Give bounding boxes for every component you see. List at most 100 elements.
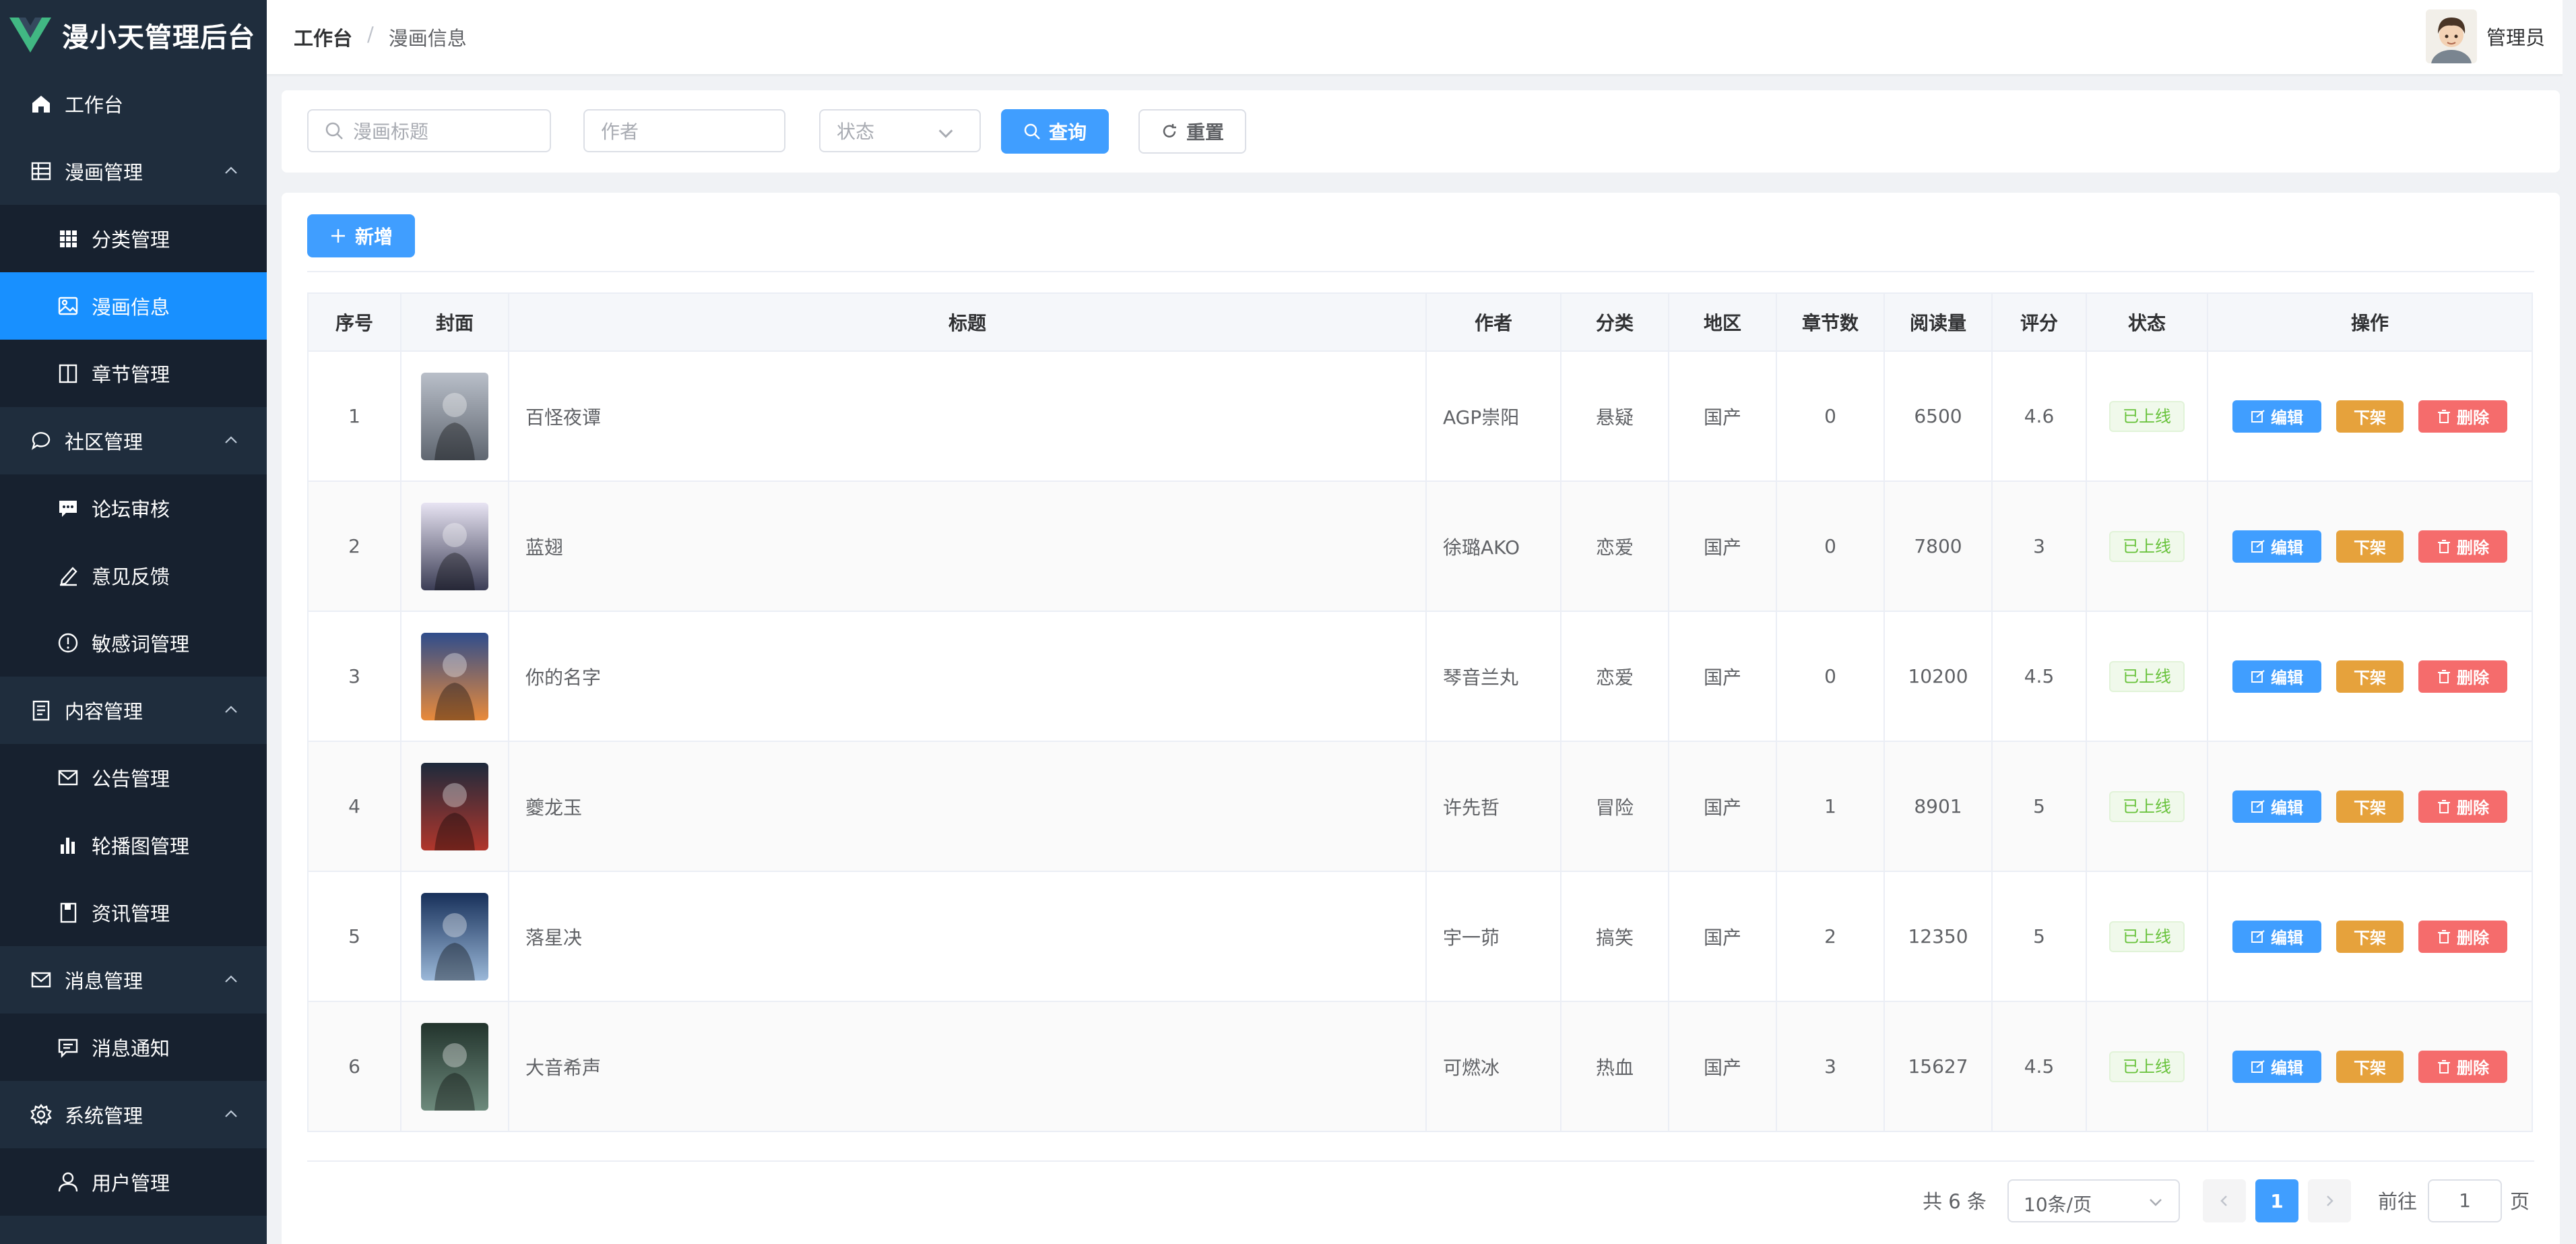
sidebar-item-label: 漫画信息 <box>92 296 170 319</box>
offline-button[interactable]: 下架 <box>2336 660 2404 693</box>
offline-button-label: 下架 <box>2354 1059 2386 1078</box>
offline-button[interactable]: 下架 <box>2336 920 2404 953</box>
cell-region: 国产 <box>1669 1001 1777 1132</box>
add-button[interactable]: 新增 <box>307 214 415 257</box>
edit-button[interactable]: 编辑 <box>2232 400 2321 433</box>
cover-image[interactable] <box>421 502 488 590</box>
query-button[interactable]: 查询 <box>1001 109 1109 154</box>
avatar[interactable] <box>2425 9 2477 63</box>
sidebar-item-13[interactable]: 消息管理 <box>0 946 267 1014</box>
pagination: 共 6 条 10条/页 1 前往 1 页 <box>282 1160 2560 1222</box>
cell-cover <box>401 351 509 482</box>
edit-button[interactable]: 编辑 <box>2232 1050 2321 1083</box>
sidebar-item-15[interactable]: 系统管理 <box>0 1081 267 1148</box>
cell-status: 已上线 <box>2086 871 2208 1002</box>
sidebar-item-9[interactable]: 内容管理 <box>0 677 267 744</box>
edit-button[interactable]: 编辑 <box>2232 530 2321 563</box>
trash-icon <box>2438 799 2450 813</box>
delete-button[interactable]: 删除 <box>2418 1050 2507 1083</box>
offline-button-label: 下架 <box>2354 668 2386 687</box>
chevron-up-icon <box>225 166 237 174</box>
sidebar-item-3[interactable]: 漫画信息 <box>0 272 267 340</box>
cell-index: 3 <box>308 611 401 742</box>
cell-category: 恋爱 <box>1561 481 1669 612</box>
offline-button[interactable]: 下架 <box>2336 530 2404 563</box>
author-input[interactable]: 作者 <box>583 109 785 152</box>
offline-button[interactable]: 下架 <box>2336 790 2404 823</box>
top-header: 工作台 / 漫画信息 管理员 <box>267 0 2576 74</box>
sidebar-item-5[interactable]: 社区管理 <box>0 407 267 474</box>
cover-image[interactable] <box>421 762 488 850</box>
sidebar-item-4[interactable]: 章节管理 <box>0 340 267 407</box>
delete-button-label: 删除 <box>2457 929 2489 947</box>
book-icon <box>57 362 79 385</box>
mail-icon <box>57 766 79 789</box>
breadcrumb-home[interactable]: 工作台 <box>294 23 352 51</box>
next-page-button[interactable] <box>2308 1179 2351 1222</box>
edit-button[interactable]: 编辑 <box>2232 920 2321 953</box>
delete-button[interactable]: 删除 <box>2418 790 2507 823</box>
sidebar-item-14[interactable]: 消息通知 <box>0 1014 267 1081</box>
sidebar-item-16[interactable]: 用户管理 <box>0 1148 267 1216</box>
cell-author: 宇一茆 <box>1426 871 1561 1002</box>
message-icon <box>57 497 79 520</box>
prev-page-button[interactable] <box>2203 1179 2246 1222</box>
vue-logo-icon <box>9 18 51 53</box>
page-size-select[interactable]: 10条/页 <box>2007 1179 2180 1222</box>
cover-image[interactable] <box>421 1022 488 1111</box>
cell-title: 百怪夜谭 <box>509 351 1427 482</box>
edit-button[interactable]: 编辑 <box>2232 660 2321 693</box>
delete-button[interactable]: 删除 <box>2418 660 2507 693</box>
cell-status: 已上线 <box>2086 741 2208 872</box>
edit-icon <box>2251 669 2265 683</box>
user-icon <box>57 1171 79 1193</box>
edit-button[interactable]: 编辑 <box>2232 790 2321 823</box>
sidebar-item-7[interactable]: 意见反馈 <box>0 542 267 609</box>
offline-button[interactable]: 下架 <box>2336 400 2404 433</box>
offline-button-label: 下架 <box>2354 799 2386 817</box>
status-select[interactable]: 状态 <box>819 109 981 152</box>
sidebar-item-11[interactable]: 轮播图管理 <box>0 811 267 879</box>
status-badge: 已上线 <box>2109 400 2185 432</box>
cell-index: 2 <box>308 481 401 612</box>
cell-title: 夔龙玉 <box>509 741 1427 872</box>
cell-cover <box>401 481 509 612</box>
edit-button-label: 编辑 <box>2271 668 2303 687</box>
offline-button[interactable]: 下架 <box>2336 1050 2404 1083</box>
sidebar-item-12[interactable]: 资讯管理 <box>0 879 267 946</box>
cover-image[interactable] <box>421 892 488 981</box>
sidebar: 漫小天管理后台 工作台 漫画管理 分类管理漫画信息章节管理 社区管理 论坛审核 意见反馈敏… <box>0 0 267 1244</box>
cell-title: 蓝翅 <box>509 481 1427 612</box>
delete-button[interactable]: 删除 <box>2418 530 2507 563</box>
title-search-input[interactable]: 漫画标题 <box>307 109 551 152</box>
sidebar-item-1[interactable]: 漫画管理 <box>0 137 267 205</box>
app-logo[interactable]: 漫小天管理后台 <box>0 0 267 70</box>
cover-image[interactable] <box>421 372 488 460</box>
sidebar-item-2[interactable]: 分类管理 <box>0 205 267 272</box>
trash-icon <box>2438 669 2450 683</box>
cover-image[interactable] <box>421 632 488 720</box>
column-header-index: 序号 <box>308 293 401 352</box>
column-header-cover: 封面 <box>401 293 509 352</box>
sidebar-item-6[interactable]: 论坛审核 <box>0 474 267 542</box>
cell-chapters: 3 <box>1776 1001 1885 1132</box>
warning-circle-icon <box>57 631 79 654</box>
delete-button[interactable]: 删除 <box>2418 920 2507 953</box>
cell-reads: 6500 <box>1884 351 1993 482</box>
table-row: 1 百怪夜谭 AGP崇阳 悬疑 国产 0 6500 4.6 已上线 编辑 下架 … <box>308 351 2533 482</box>
sidebar-item-0[interactable]: 工作台 <box>0 70 267 137</box>
column-header-region: 地区 <box>1669 293 1777 352</box>
goto-page-input[interactable]: 1 <box>2428 1179 2502 1222</box>
sidebar-item-10[interactable]: 公告管理 <box>0 744 267 811</box>
cell-status: 已上线 <box>2086 481 2208 612</box>
user-menu[interactable]: 管理员 <box>2425 9 2545 63</box>
chat-square-icon <box>57 1036 79 1059</box>
reset-button[interactable]: 重置 <box>1138 109 1246 154</box>
apps-icon <box>57 227 79 250</box>
page-number-1[interactable]: 1 <box>2255 1179 2298 1222</box>
chevron-up-icon <box>225 436 237 443</box>
delete-button[interactable]: 删除 <box>2418 400 2507 433</box>
sidebar-item-8[interactable]: 敏感词管理 <box>0 609 267 677</box>
edit-button-label: 编辑 <box>2271 538 2303 557</box>
offline-button-label: 下架 <box>2354 538 2386 557</box>
